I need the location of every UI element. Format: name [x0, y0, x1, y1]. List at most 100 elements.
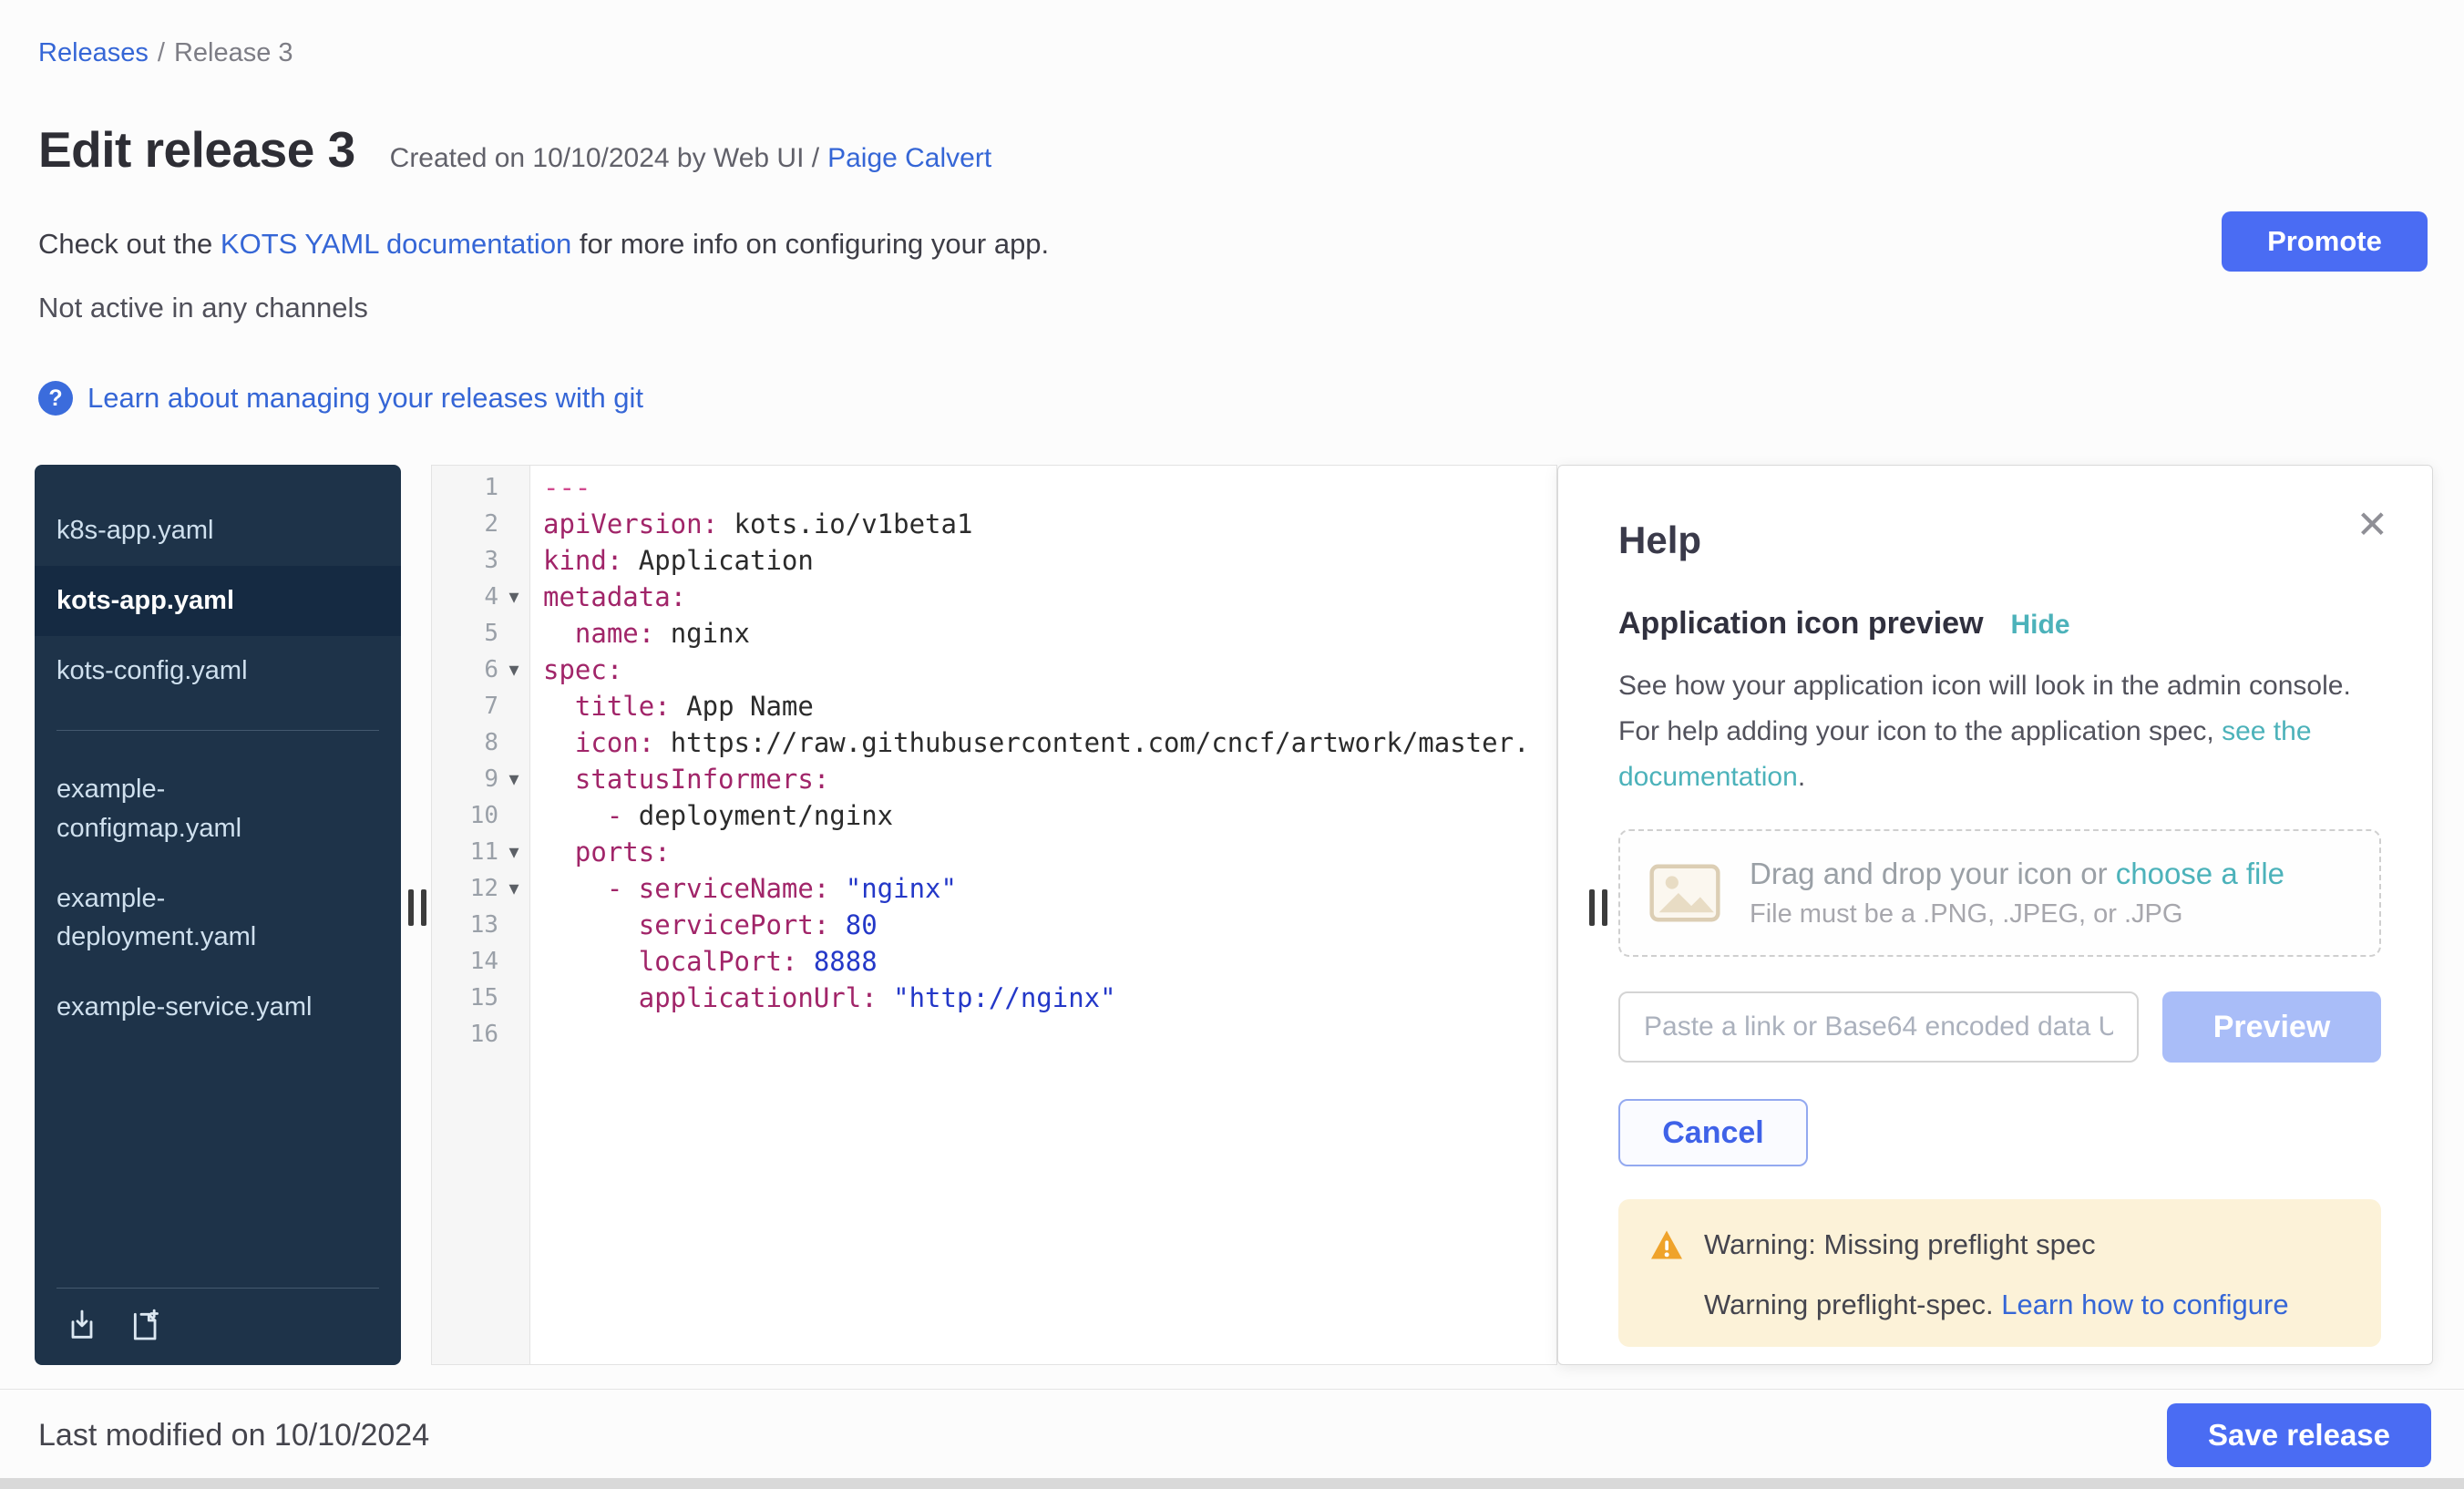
code-line-12[interactable]: - serviceName: "nginx": [530, 870, 1556, 907]
gutter-line-5: 5: [432, 615, 529, 652]
author-link[interactable]: Paige Calvert: [827, 143, 991, 174]
file-item-kots-config.yaml[interactable]: kots-config.yaml: [35, 636, 401, 706]
code-line-3[interactable]: kind: Application: [530, 542, 1556, 579]
icon-preview-description: See how your application icon will look …: [1618, 663, 2356, 800]
code-token: Application: [622, 545, 814, 576]
line-number: 12: [470, 875, 498, 902]
fold-arrow-icon[interactable]: ▾: [498, 877, 529, 900]
line-number: 6: [484, 656, 498, 683]
code-token: title:: [575, 691, 671, 722]
choose-file-link[interactable]: choose a file: [2116, 857, 2284, 890]
code-line-5[interactable]: name: nginx: [530, 615, 1556, 652]
gutter-line-12: 12▾: [432, 870, 529, 907]
editor-gutter: 1234▾56▾789▾1011▾12▾13141516: [432, 466, 530, 1364]
code-token: kind:: [543, 545, 622, 576]
code-line-10[interactable]: - deployment/nginx: [530, 797, 1556, 834]
gutter-line-2: 2: [432, 506, 529, 542]
file-item-kots-app.yaml[interactable]: kots-app.yaml: [35, 566, 401, 636]
resize-grip-bar: [408, 889, 414, 926]
code-token: statusInformers:: [575, 764, 829, 795]
line-number: 14: [470, 948, 498, 975]
file-item-k8s-app.yaml[interactable]: k8s-app.yaml: [35, 496, 401, 566]
line-number: 7: [484, 693, 498, 720]
editor-code[interactable]: ---apiVersion: kots.io/v1beta1kind: Appl…: [530, 466, 1556, 1364]
line-number: 3: [484, 547, 498, 574]
promote-button[interactable]: Promote: [2222, 211, 2428, 272]
help-panel-title: Help: [1618, 519, 2381, 562]
breadcrumb-releases-link[interactable]: Releases: [38, 38, 149, 67]
gutter-line-1: 1: [432, 469, 529, 506]
code-token: [797, 946, 813, 977]
file-tree-footer: [56, 1288, 379, 1365]
icon-url-input[interactable]: [1618, 991, 2139, 1063]
pane-resize-handle-right[interactable]: [1589, 889, 1607, 926]
code-token: kots.io/v1beta1: [718, 508, 972, 539]
dropzone-text: Drag and drop your icon or: [1750, 857, 2116, 890]
code-line-2[interactable]: apiVersion: kots.io/v1beta1: [530, 506, 1556, 542]
fold-arrow-icon[interactable]: ▾: [498, 767, 529, 791]
code-line-16[interactable]: [530, 1016, 1556, 1053]
code-line-15[interactable]: applicationUrl: "http://nginx": [530, 980, 1556, 1016]
breadcrumb-separator: /: [158, 38, 165, 67]
hide-link[interactable]: Hide: [2011, 610, 2070, 641]
file-item-example-service.yaml[interactable]: example-service.yaml: [35, 972, 401, 1042]
cancel-button[interactable]: Cancel: [1618, 1099, 1808, 1166]
code-token: ports:: [575, 837, 671, 868]
code-token: [543, 982, 639, 1013]
file-name: example-service.yaml: [56, 988, 312, 1027]
file-item-example-deployment.yaml[interactable]: example-deployment.yaml: [35, 864, 401, 973]
fold-arrow-icon[interactable]: ▾: [498, 658, 529, 682]
git-help-link[interactable]: Learn about managing your releases with …: [87, 382, 643, 415]
code-line-7[interactable]: title: App Name: [530, 688, 1556, 724]
save-release-button[interactable]: Save release: [2167, 1403, 2431, 1467]
gutter-line-9: 9▾: [432, 761, 529, 797]
code-token: 8888: [814, 946, 878, 977]
kots-yaml-docs-link[interactable]: KOTS YAML documentation: [221, 228, 571, 260]
gutter-line-10: 10: [432, 797, 529, 834]
file-item-example-configmap.yaml[interactable]: example-configmap.yaml: [35, 755, 401, 864]
code-token: name:: [575, 618, 654, 649]
yaml-editor[interactable]: 1234▾56▾789▾1011▾12▾13141516 ---apiVersi…: [431, 465, 1557, 1365]
preview-button[interactable]: Preview: [2162, 991, 2381, 1063]
file-name: k8s-app.yaml: [56, 511, 213, 550]
gutter-line-13: 13: [432, 907, 529, 943]
warning-detail: Warning preflight-spec.: [1704, 1289, 2001, 1320]
pane-resize-handle-left[interactable]: [408, 889, 426, 926]
code-token: [543, 764, 575, 795]
gutter-line-16: 16: [432, 1016, 529, 1053]
close-icon[interactable]: ✕: [2356, 506, 2388, 544]
code-line-8[interactable]: icon: https://raw.githubusercontent.com/…: [530, 724, 1556, 761]
code-token: https://raw.githubusercontent.com/cncf/a…: [654, 727, 1529, 758]
line-number: 13: [470, 911, 498, 939]
code-line-9[interactable]: statusInformers:: [530, 761, 1556, 797]
fold-arrow-icon[interactable]: ▾: [498, 840, 529, 864]
gutter-line-6: 6▾: [432, 652, 529, 688]
bottom-edge-strip: [0, 1478, 2464, 1489]
code-token: metadata:: [543, 581, 686, 612]
code-line-6[interactable]: spec:: [530, 652, 1556, 688]
dropzone-hint: File must be a .PNG, .JPEG, or .JPG: [1750, 899, 2284, 929]
import-file-icon[interactable]: [64, 1307, 100, 1343]
icon-preview-title: Application icon preview: [1618, 606, 1984, 642]
code-token: "http://nginx": [893, 982, 1115, 1013]
code-line-1[interactable]: ---: [530, 469, 1556, 506]
code-line-14[interactable]: localPort: 8888: [530, 943, 1556, 980]
code-line-4[interactable]: metadata:: [530, 579, 1556, 615]
question-mark-icon[interactable]: ?: [38, 381, 73, 416]
fold-arrow-icon[interactable]: ▾: [498, 585, 529, 609]
code-token: icon:: [575, 727, 654, 758]
line-number: 1: [484, 474, 498, 501]
gutter-line-11: 11▾: [432, 834, 529, 870]
resize-grip-bar: [1589, 889, 1595, 926]
code-token: -: [607, 800, 639, 831]
learn-how-to-configure-link[interactable]: Learn how to configure: [2001, 1289, 2288, 1320]
code-token: [878, 982, 893, 1013]
code-token: ---: [543, 472, 590, 503]
new-file-icon[interactable]: [128, 1307, 164, 1343]
gutter-line-7: 7: [432, 688, 529, 724]
breadcrumb-current: Release 3: [174, 38, 293, 67]
code-line-13[interactable]: servicePort: 80: [530, 907, 1556, 943]
code-line-11[interactable]: ports:: [530, 834, 1556, 870]
icon-url-row: Preview: [1618, 991, 2381, 1063]
icon-dropzone[interactable]: Drag and drop your icon or choose a file…: [1618, 829, 2381, 957]
